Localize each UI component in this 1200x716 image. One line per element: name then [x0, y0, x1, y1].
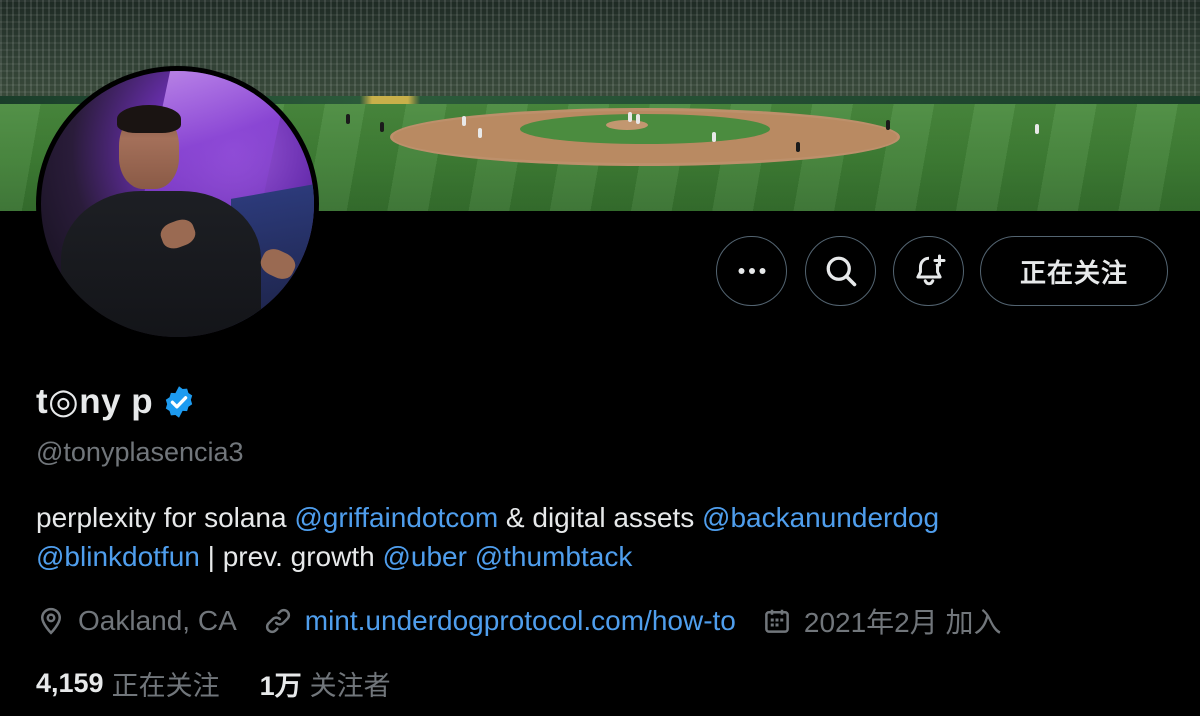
- joined-item: 2021年2月 加入: [762, 601, 1002, 641]
- followers-count: 1万: [259, 671, 302, 701]
- player: [1035, 124, 1039, 134]
- location-text: Oakland, CA: [78, 605, 237, 636]
- player: [796, 142, 800, 152]
- name-row: t◎ny p: [36, 382, 197, 422]
- joined-text: 2021年2月 加入: [803, 607, 1002, 638]
- player: [478, 128, 482, 138]
- search-button[interactable]: [805, 236, 876, 306]
- bio-mention-uber[interactable]: @uber: [382, 541, 466, 572]
- profile-stats: 4,159 正在关注 1万 关注者: [36, 664, 431, 703]
- bio-mention-griffaindotcom[interactable]: @griffaindotcom: [294, 502, 498, 533]
- player: [712, 132, 716, 142]
- following-label: 正在关注: [111, 671, 220, 701]
- location-pin-icon: [40, 607, 62, 635]
- player: [636, 114, 640, 124]
- website-link[interactable]: mint.underdogprotocol.com/how-to: [305, 605, 736, 637]
- player: [380, 122, 384, 132]
- profile-meta: Oakland, CA mint.underdogprotocol.com/ho…: [36, 601, 1028, 641]
- followers-label: 关注者: [309, 671, 391, 701]
- infield-grass: [520, 114, 770, 144]
- bio-mention-blinkdotfun[interactable]: @blinkdotfun: [36, 541, 200, 572]
- pitchers-mound: [606, 120, 648, 130]
- calendar-icon: [765, 609, 789, 633]
- following-count: 4,159: [36, 668, 104, 698]
- bio-text: [467, 541, 475, 572]
- website-item: mint.underdogprotocol.com/how-to: [263, 605, 736, 637]
- profile-bio: perplexity for solana @griffaindotcom & …: [36, 498, 1166, 576]
- bell-plus-icon: [915, 254, 945, 286]
- bio-text: perplexity for solana: [36, 502, 295, 533]
- more-button[interactable]: [716, 236, 787, 306]
- avatar-body: [61, 191, 261, 337]
- player: [628, 112, 632, 122]
- following-button[interactable]: 正在关注: [980, 236, 1168, 306]
- player: [462, 116, 466, 126]
- following-stat[interactable]: 4,159 正在关注: [36, 664, 220, 703]
- link-icon: [265, 608, 290, 634]
- bio-text: & digital assets: [498, 502, 703, 533]
- user-handle: @tonyplasencia3: [36, 437, 244, 467]
- bio-text: | prev. growth: [199, 541, 383, 572]
- notify-button[interactable]: [893, 236, 964, 306]
- search-icon: [826, 256, 856, 287]
- profile-page: 正在关注 t◎ny p @tonyplasencia3 perplexity f…: [0, 0, 1200, 716]
- avatar-hair: [117, 105, 181, 133]
- verified-badge-icon[interactable]: [161, 384, 197, 420]
- display-name: t◎ny p: [36, 382, 154, 421]
- bio-mention-thumbtack[interactable]: @thumbtack: [475, 541, 633, 572]
- profile-avatar[interactable]: [36, 66, 319, 342]
- player: [346, 114, 350, 124]
- more-icon: [738, 268, 765, 274]
- location-item: Oakland, CA: [36, 605, 237, 637]
- followers-stat[interactable]: 1万 关注者: [260, 664, 391, 703]
- bio-mention-backanunderdog[interactable]: @backanunderdog: [702, 502, 939, 533]
- avatar-photo: [41, 71, 314, 337]
- player: [886, 120, 890, 130]
